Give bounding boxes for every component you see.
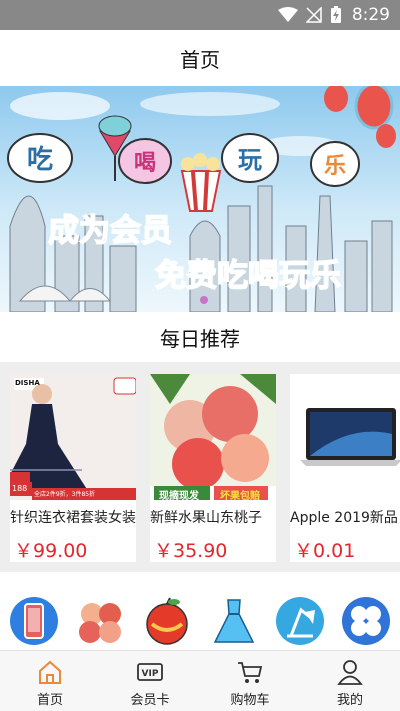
- product-image-dress: DISHA 188 全店2件9折，3件85折: [10, 374, 136, 500]
- carousel-dot: [200, 296, 208, 304]
- phone-icon[interactable]: [9, 596, 59, 646]
- battery-charging-icon: [330, 6, 342, 24]
- bubble-char: 吃: [27, 145, 53, 175]
- tab-label: 购物车: [230, 693, 270, 708]
- product-price: ￥35.90: [154, 540, 228, 562]
- product-price: ￥0.01: [294, 540, 356, 562]
- banner-artwork: 吃 喝 玩 乐 成为会员 免费吃喝玩乐: [7, 86, 396, 312]
- status-bar: 8:29: [0, 0, 400, 30]
- product-img-price: 188: [12, 484, 28, 493]
- peaches-icon[interactable]: [76, 596, 126, 646]
- dress-icon[interactable]: [209, 596, 259, 646]
- recommend-products[interactable]: DISHA 188 全店2件9折，3件85折 针织连衣裙套装女装 ￥99.00 …: [0, 362, 400, 572]
- product-name: 针织连衣裙套装女装: [10, 510, 136, 526]
- product-name: Apple 2019新品: [290, 510, 398, 526]
- tab-mine[interactable]: 我的: [300, 651, 400, 711]
- bubble-char: 喝: [134, 151, 156, 176]
- banner-headline-2: 免费吃喝玩乐: [155, 258, 341, 294]
- section-title: 每日推荐: [0, 312, 400, 362]
- tab-home[interactable]: 首页: [0, 651, 100, 711]
- no-signal-icon: [305, 7, 322, 23]
- tab-vip-card[interactable]: VIP 会员卡: [100, 651, 200, 711]
- status-time: 8:29: [351, 5, 390, 25]
- product-card[interactable]: 现摘现发 坏果包赔 新鲜水果山东桃子 ￥35.90: [150, 374, 276, 562]
- tab-label: 会员卡: [130, 693, 170, 708]
- apple-icon[interactable]: [142, 596, 192, 646]
- tab-label: 首页: [36, 693, 63, 708]
- user-icon: [337, 660, 363, 685]
- category-bar: [0, 572, 400, 650]
- product-image-laptop: [290, 374, 400, 500]
- product-name: 新鲜水果山东桃子: [150, 510, 262, 526]
- product-card[interactable]: DISHA 188 全店2件9折，3件85折 针织连衣裙套装女装 ￥99.00: [10, 374, 136, 562]
- tab-cart[interactable]: 购物车: [200, 651, 300, 711]
- desk-lamp-icon[interactable]: [275, 596, 325, 646]
- home-icon: [39, 660, 61, 684]
- product-img-caption: 现摘现发: [159, 491, 199, 500]
- product-img-promo: 全店2件9折，3件85折: [34, 491, 96, 498]
- bubble-char: 玩: [238, 146, 262, 174]
- svg-text:VIP: VIP: [142, 669, 159, 679]
- product-img-brand: DISHA: [15, 379, 40, 387]
- product-card[interactable]: Apple 2019新品 ￥0.01: [290, 374, 400, 562]
- promo-banner[interactable]: 吃 喝 玩 乐 成为会员 免费吃喝玩乐: [0, 86, 400, 312]
- product-price: ￥99.00: [14, 540, 88, 562]
- product-image-peaches: 现摘现发 坏果包赔: [150, 374, 276, 500]
- product-img-caption: 坏果包赔: [220, 491, 260, 500]
- bubble-char: 乐: [324, 154, 346, 179]
- tab-label: 我的: [336, 693, 363, 708]
- bottom-tabbar: 首页 VIP 会员卡 购物车 我的: [0, 650, 400, 711]
- four-petal-icon[interactable]: [341, 596, 391, 646]
- wifi-icon: [277, 7, 298, 23]
- vip-card-icon: VIP: [137, 663, 163, 681]
- page-title: 首页: [0, 30, 400, 86]
- banner-headline-1: 成为会员: [48, 213, 172, 249]
- cart-icon: [238, 662, 263, 683]
